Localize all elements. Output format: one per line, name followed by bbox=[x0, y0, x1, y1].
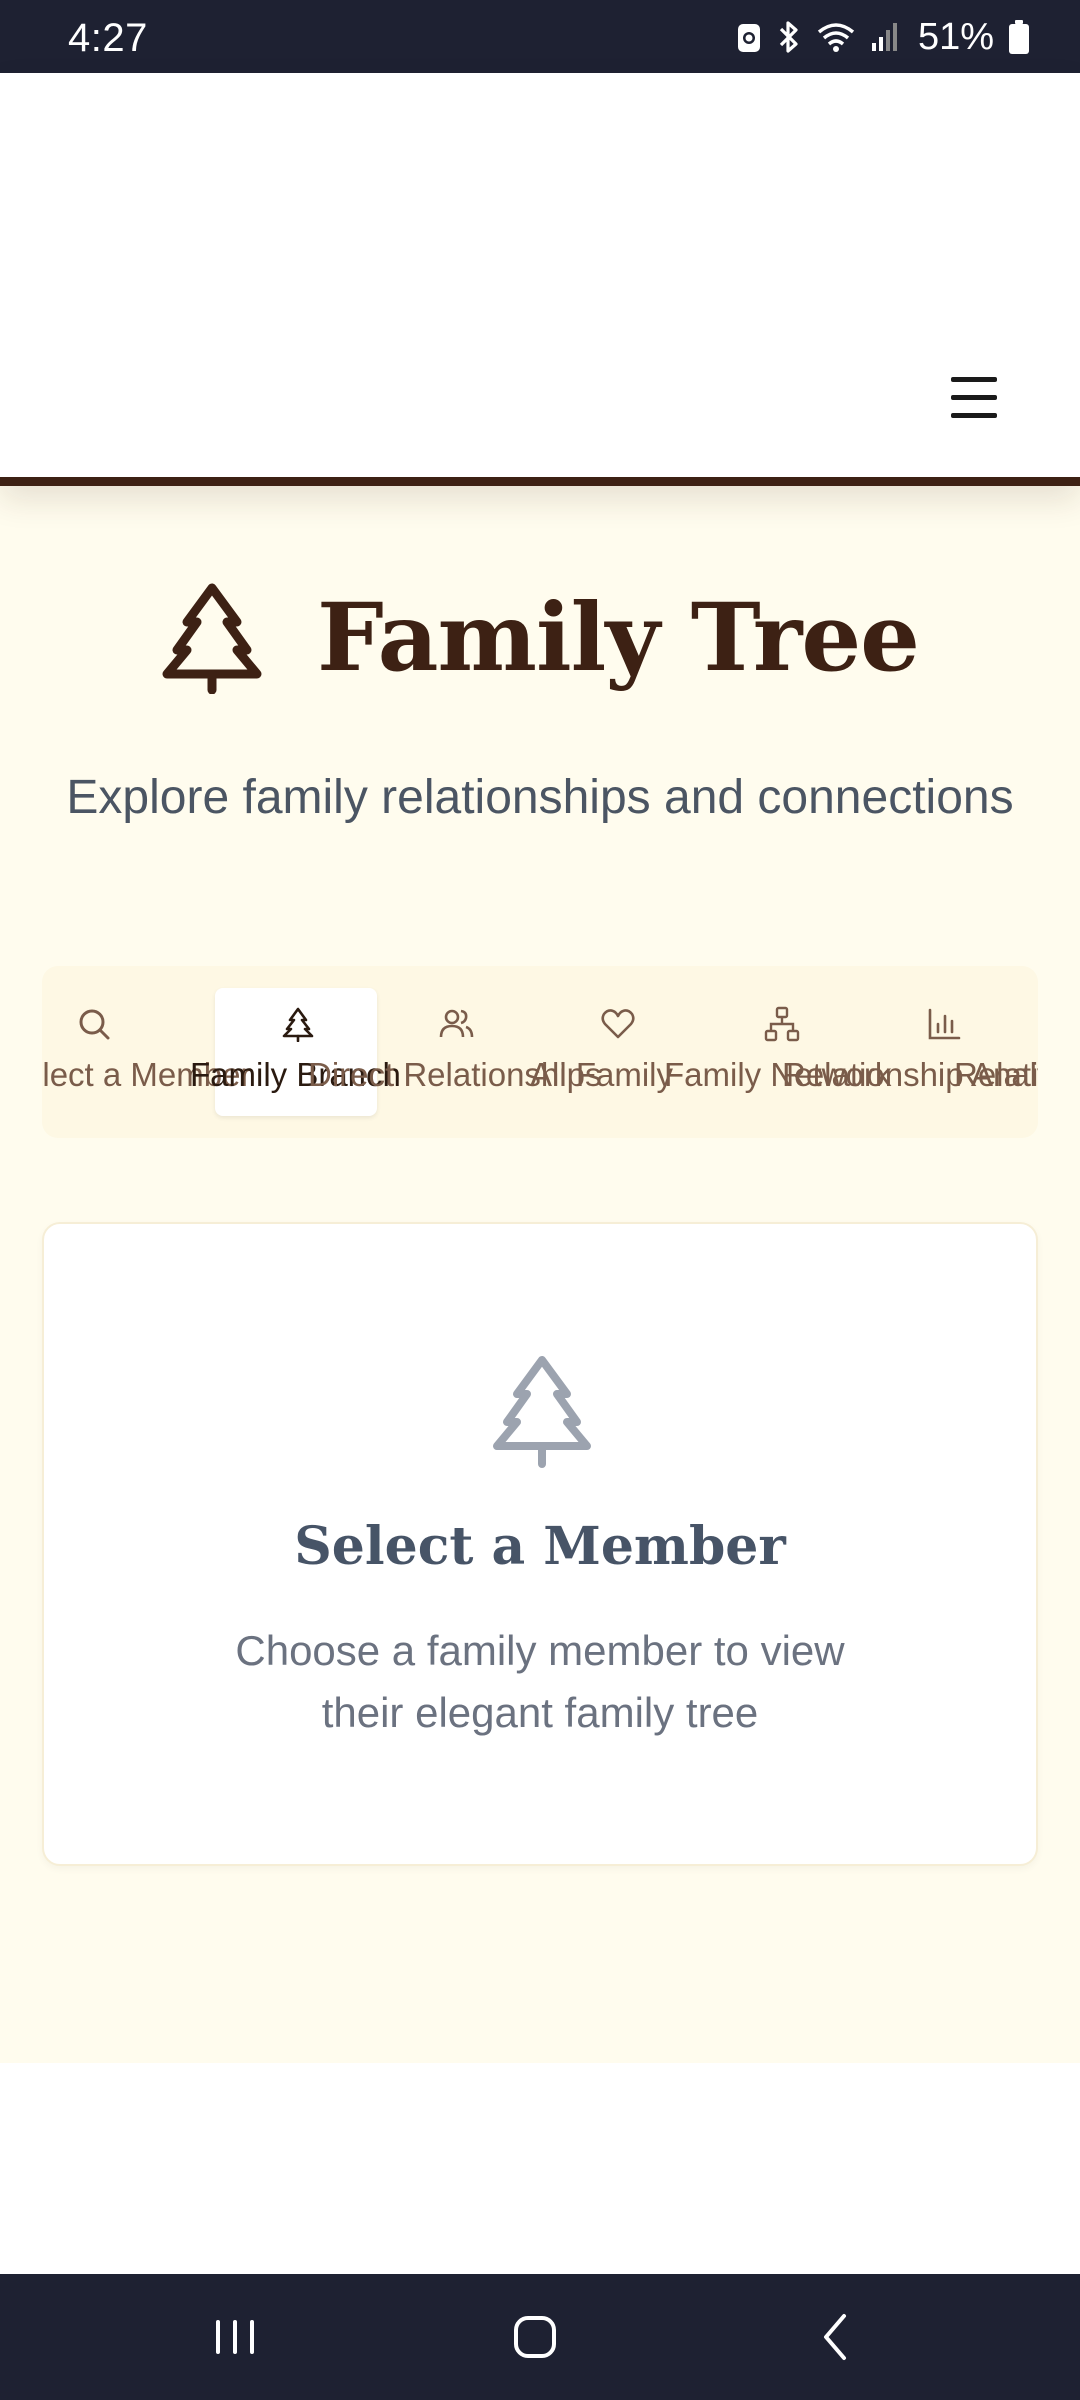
hero-title-row: Family Tree bbox=[0, 578, 1080, 698]
battery-icon bbox=[1009, 20, 1029, 54]
network-icon bbox=[764, 1006, 800, 1042]
app-header bbox=[0, 73, 1080, 486]
status-icons: 51% bbox=[736, 14, 1030, 60]
system-nav-bar bbox=[0, 2274, 1080, 2400]
page-title: Family Tree bbox=[317, 583, 920, 693]
empty-state-title: Select a Member bbox=[294, 1516, 786, 1577]
tab-label: Relationship Counter bbox=[954, 1056, 1038, 1093]
tab-label: All Family bbox=[530, 1056, 674, 1093]
status-time: 4:27 bbox=[68, 16, 148, 60]
view-tabs: Select a Member Family Branch Direct Rel… bbox=[42, 966, 1038, 1138]
recent-apps-icon[interactable] bbox=[200, 2302, 270, 2372]
alarm-icon bbox=[737, 24, 760, 52]
battery-percent: 51% bbox=[917, 15, 994, 58]
back-icon[interactable] bbox=[802, 2302, 872, 2372]
pine-tree-icon bbox=[493, 1356, 591, 1468]
home-icon[interactable] bbox=[500, 2302, 570, 2372]
empty-state-description: Choose a family member to view their ele… bbox=[235, 1627, 845, 1736]
signal-icon bbox=[871, 23, 897, 51]
bluetooth-icon bbox=[779, 21, 798, 53]
bar-chart-icon bbox=[928, 1008, 961, 1040]
status-bar: 4:27 51% bbox=[0, 0, 1080, 73]
page-subtitle: Explore family relationships and connect… bbox=[66, 771, 1014, 824]
pine-tree-icon bbox=[162, 583, 262, 694]
search-icon bbox=[79, 1009, 110, 1040]
users-icon bbox=[439, 1009, 474, 1038]
main-content: Family Tree Explore family relationships… bbox=[0, 486, 1080, 2063]
tree-icon bbox=[282, 1007, 314, 1042]
heart-icon bbox=[601, 1009, 635, 1039]
empty-state-card: Select a Member Choose a family member t… bbox=[42, 1222, 1038, 1866]
hamburger-menu-icon[interactable] bbox=[945, 373, 1005, 423]
wifi-icon bbox=[817, 23, 855, 52]
